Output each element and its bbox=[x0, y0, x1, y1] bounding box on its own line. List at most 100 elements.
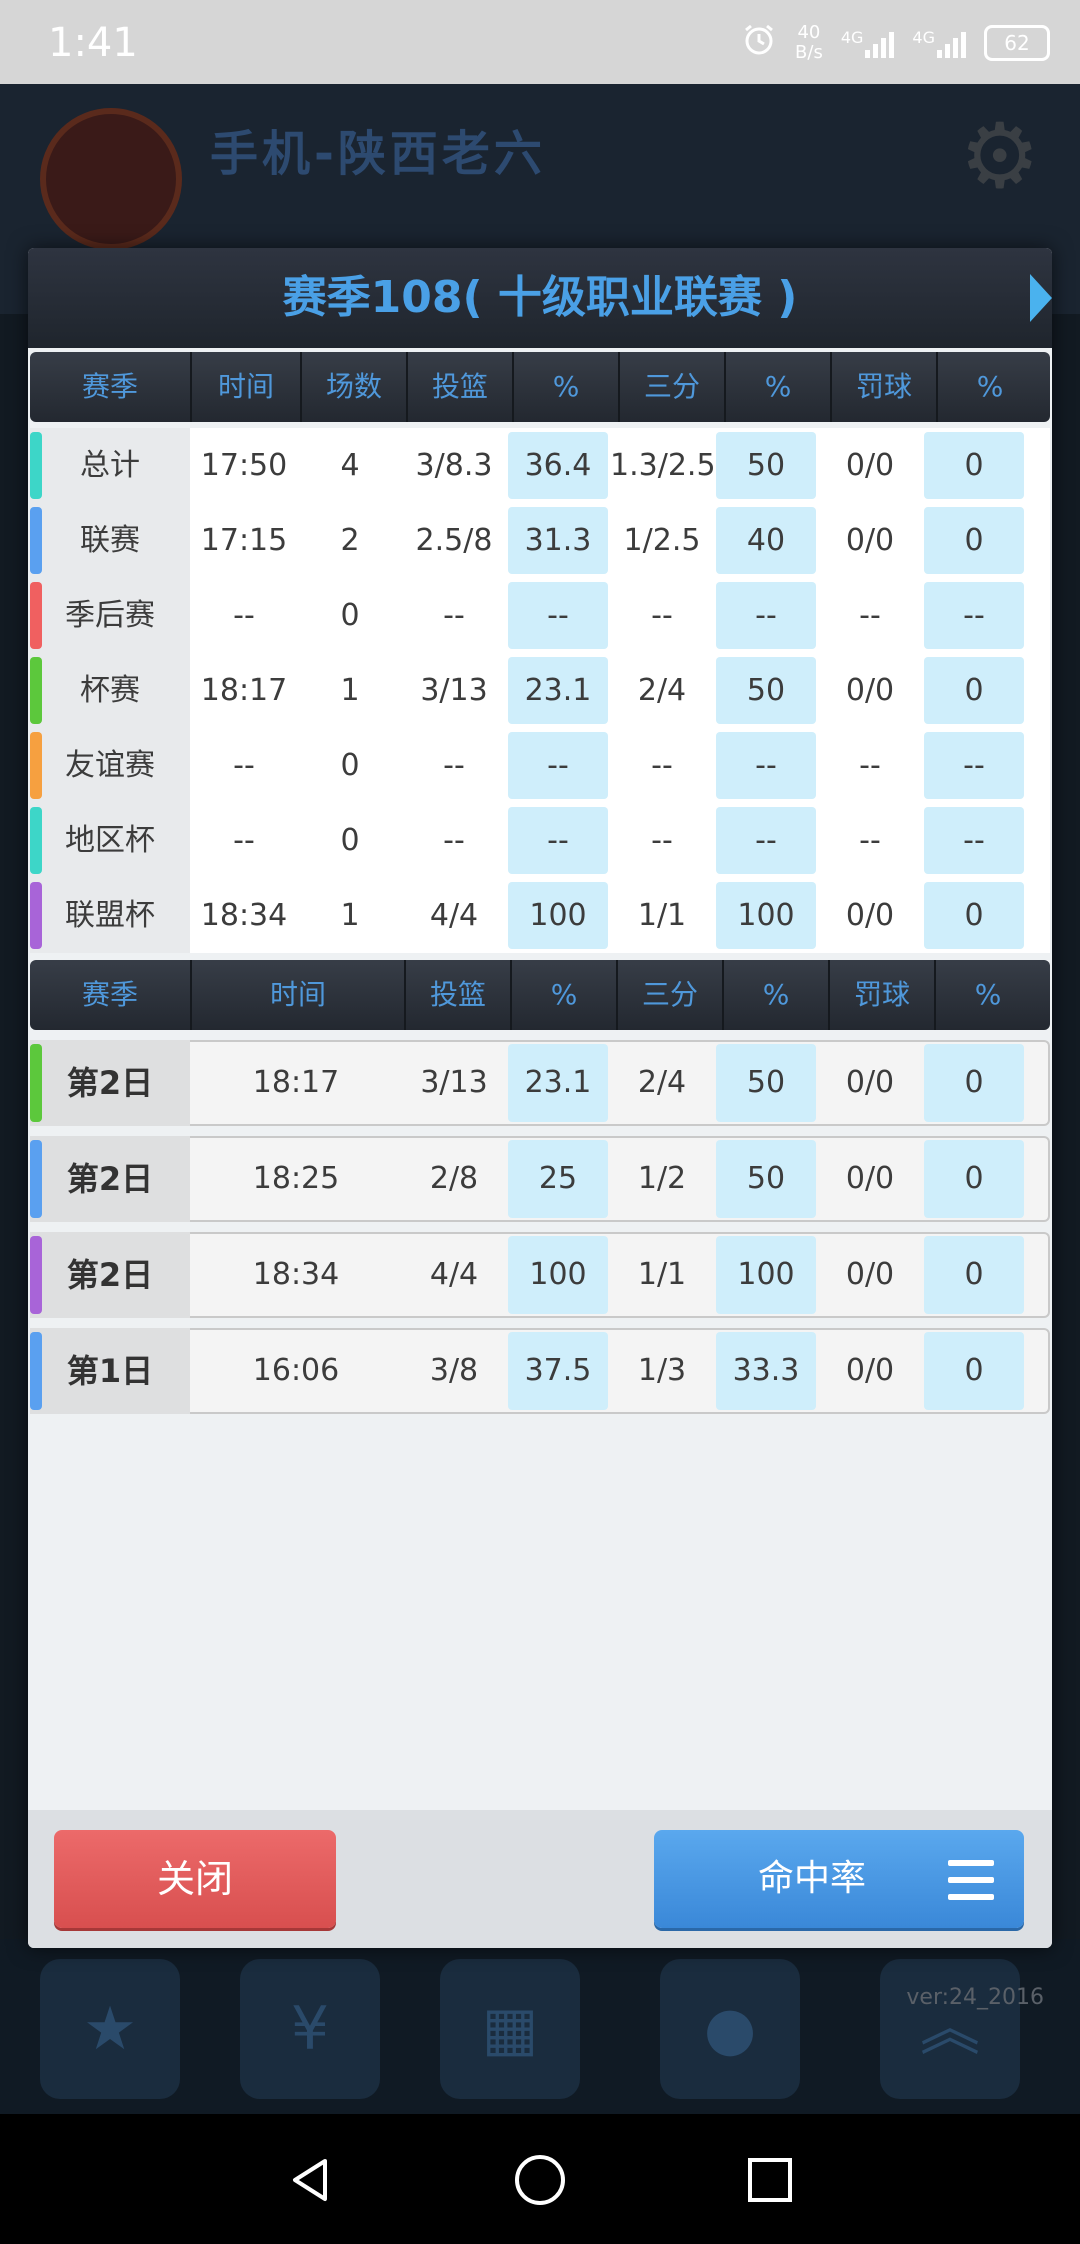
summary-cell-value: 0/0 bbox=[845, 673, 895, 708]
summary-row-label: 友谊赛 bbox=[30, 728, 190, 803]
summary-cell-value: 4 bbox=[340, 448, 360, 483]
system-nav-bar bbox=[0, 2114, 1080, 2244]
summary-cell-value: -- bbox=[859, 823, 881, 858]
game-log-cell: 23.1 bbox=[506, 1040, 610, 1126]
game-log-cell-value: 16:06 bbox=[252, 1353, 340, 1388]
summary-cell-value: 0 bbox=[964, 898, 984, 933]
game-log-cell-value: 0 bbox=[964, 1353, 984, 1388]
game-log-row[interactable]: 第2日 18:25 2/8 25 1/2 50 0/0 0 bbox=[30, 1136, 1050, 1222]
column-header: 赛季 bbox=[30, 352, 192, 422]
column-header: 时间 bbox=[192, 960, 406, 1030]
game-log-cell-value: 1/2 bbox=[637, 1161, 687, 1196]
game-log-cell: 1/2 bbox=[610, 1136, 714, 1222]
summary-cell-value: 17:50 bbox=[200, 448, 288, 483]
game-log-cell: 0/0 bbox=[818, 1136, 922, 1222]
summary-cell: 0 bbox=[922, 503, 1026, 578]
summary-cell-value: 1 bbox=[340, 673, 360, 708]
column-header: 三分 bbox=[618, 960, 724, 1030]
game-log-row[interactable]: 第2日 18:17 3/13 23.1 2/4 50 0/0 0 bbox=[30, 1040, 1050, 1126]
close-button[interactable]: 关闭 bbox=[54, 1830, 336, 1928]
summary-cell: -- bbox=[922, 728, 1026, 803]
game-log-row[interactable]: 第2日 18:34 4/4 100 1/1 100 0/0 0 bbox=[30, 1232, 1050, 1318]
game-log-cell-value: 23.1 bbox=[524, 1065, 592, 1100]
game-log-row[interactable]: 第1日 16:06 3/8 37.5 1/3 33.3 0/0 0 bbox=[30, 1328, 1050, 1414]
summary-cell-value: -- bbox=[859, 748, 881, 783]
summary-cell: -- bbox=[506, 728, 610, 803]
summary-cell: -- bbox=[610, 803, 714, 878]
team-title: 手机-陕西老六 bbox=[210, 126, 546, 182]
summary-cell: -- bbox=[922, 578, 1026, 653]
game-log-cell-value: 1/3 bbox=[637, 1353, 687, 1388]
chevron-up-icon[interactable]: ︽ bbox=[880, 1959, 1020, 2099]
season-stats-dialog: 赛季108( 十级职业联赛 ) 赛季 时间 场数 投篮% 三分% 罚球% 总计 17:50 4 3… bbox=[28, 248, 1052, 1948]
yen-icon[interactable]: ¥ bbox=[240, 1959, 380, 2099]
alarm-icon bbox=[741, 22, 777, 64]
game-log-cell-value: 2/8 bbox=[429, 1161, 479, 1196]
next-arrow-icon[interactable] bbox=[1030, 274, 1052, 322]
summary-cell-value: 3/8.3 bbox=[415, 448, 493, 483]
game-log-cell: 16:06 bbox=[190, 1328, 402, 1414]
summary-cell: 31.3 bbox=[506, 503, 610, 578]
summary-cell-value: -- bbox=[963, 823, 985, 858]
game-log-cell-value: 100 bbox=[529, 1257, 587, 1292]
home-icon[interactable] bbox=[510, 2150, 570, 2210]
summary-cell-value: -- bbox=[547, 598, 569, 633]
game-log-cell-value: 4/4 bbox=[429, 1257, 479, 1292]
summary-row-label: 总计 bbox=[30, 428, 190, 503]
summary-cell: 0 bbox=[922, 653, 1026, 728]
gear-icon[interactable]: ⚙ bbox=[959, 104, 1040, 209]
game-log-cell: 0 bbox=[922, 1136, 1026, 1222]
summary-row: 地区杯 -- 0 -- -- -- -- -- -- bbox=[30, 803, 1050, 878]
summary-cell-value: 0/0 bbox=[845, 448, 895, 483]
team-logo bbox=[40, 108, 182, 250]
summary-cell: 4/4 bbox=[402, 878, 506, 953]
game-log-header-row: 赛季 时间 投篮% 三分% 罚球% bbox=[30, 960, 1050, 1030]
summary-cell-value: 0/0 bbox=[845, 523, 895, 558]
network-type-2: 4G bbox=[912, 28, 935, 47]
game-log-cell: 0/0 bbox=[818, 1040, 922, 1126]
star-icon[interactable]: ★ bbox=[40, 1959, 180, 2099]
game-log-cell: 33.3 bbox=[714, 1328, 818, 1414]
game-log-cell: 25 bbox=[506, 1136, 610, 1222]
summary-cell-value: 100 bbox=[529, 898, 587, 933]
summary-cell-value: -- bbox=[755, 823, 777, 858]
dialog-title: 赛季108( 十级职业联赛 ) bbox=[282, 272, 798, 323]
back-icon[interactable] bbox=[280, 2150, 340, 2210]
hit-rate-label: 命中率 bbox=[758, 1858, 867, 1899]
network-type-1: 4G bbox=[840, 28, 864, 47]
game-day-label: 第1日 bbox=[30, 1328, 190, 1414]
summary-cell: 36.4 bbox=[506, 428, 610, 503]
summary-row: 友谊赛 -- 0 -- -- -- -- -- -- bbox=[30, 728, 1050, 803]
background-bottom-nav: ★ ¥ ▦ ● ︽ bbox=[0, 1939, 1080, 2114]
summary-cell-value: -- bbox=[443, 598, 465, 633]
game-log-cell-value: 33.3 bbox=[732, 1353, 800, 1388]
summary-cell: -- bbox=[818, 578, 922, 653]
summary-cell: 17:50 bbox=[190, 428, 298, 503]
summary-cell-value: 1/2.5 bbox=[623, 523, 701, 558]
game-day-label: 第2日 bbox=[30, 1040, 190, 1126]
summary-row-label: 地区杯 bbox=[30, 803, 190, 878]
category-color-stripe bbox=[30, 507, 42, 574]
battery-icon: 62 bbox=[984, 25, 1050, 61]
summary-cell: 2.5/8 bbox=[402, 503, 506, 578]
summary-row-label: 联赛 bbox=[30, 503, 190, 578]
chat-icon[interactable]: ● bbox=[660, 1959, 800, 2099]
summary-cell: 17:15 bbox=[190, 503, 298, 578]
summary-cell-value: 40 bbox=[746, 523, 786, 558]
game-day-label: 第2日 bbox=[30, 1232, 190, 1318]
game-log-cell: 18:17 bbox=[190, 1040, 402, 1126]
summary-cell: -- bbox=[506, 578, 610, 653]
summary-cell-value: 0 bbox=[340, 598, 360, 633]
column-header: 投篮 bbox=[408, 352, 514, 422]
summary-cell-value: 0 bbox=[340, 823, 360, 858]
recents-icon[interactable] bbox=[740, 2150, 800, 2210]
summary-cell-value: 36.4 bbox=[524, 448, 592, 483]
summary-cell: 23.1 bbox=[506, 653, 610, 728]
summary-cell: 100 bbox=[506, 878, 610, 953]
game-log-cell: 4/4 bbox=[402, 1232, 506, 1318]
game-log-cell: 100 bbox=[506, 1232, 610, 1318]
hit-rate-button[interactable]: 命中率 bbox=[654, 1830, 1024, 1928]
game-log-cell-value: 18:25 bbox=[252, 1161, 340, 1196]
court-icon[interactable]: ▦ bbox=[440, 1959, 580, 2099]
battery-level: 62 bbox=[1004, 31, 1030, 55]
